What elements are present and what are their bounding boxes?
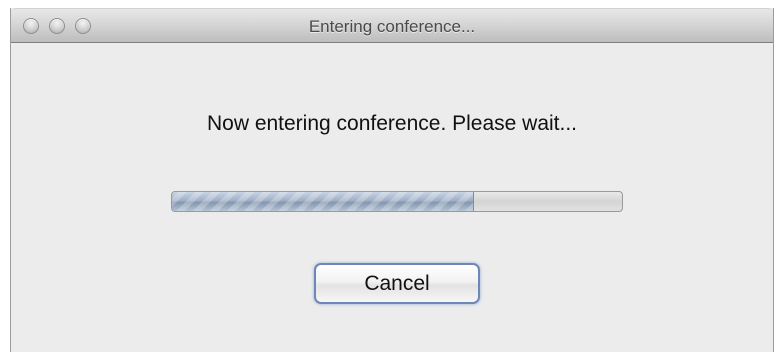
- title-bar[interactable]: Entering conference...: [11, 8, 773, 43]
- cancel-button[interactable]: Cancel: [314, 263, 480, 304]
- progress-bar: [171, 191, 623, 212]
- progress-bar-fill: [172, 192, 474, 211]
- dialog-window: Entering conference... Now entering conf…: [10, 8, 774, 352]
- status-message: Now entering conference. Please wait...: [206, 112, 578, 135]
- window-title: Entering conference...: [308, 17, 476, 36]
